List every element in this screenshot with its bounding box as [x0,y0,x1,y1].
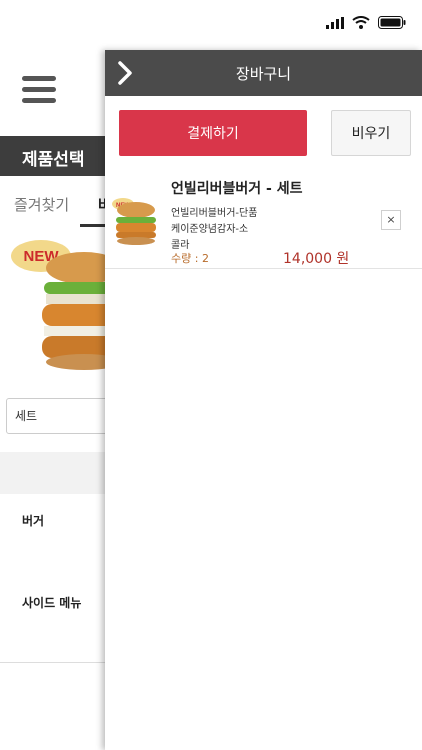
status-icons [326,16,406,29]
tab-favorites[interactable]: 즐겨찾기 [14,194,69,215]
signal-icon [326,16,344,29]
battery-icon [378,16,406,29]
item-option: 케이준양념감자-소 [171,224,249,235]
cart-header: 장바구니 [105,50,422,96]
menu-row-label: 버거 [22,514,45,528]
hamburger-menu-icon[interactable] [22,76,56,106]
select-value: 세트 [15,409,38,423]
cart-panel: 장바구니 결제하기 비우기 NEW 언빌리버블버거 - 세트 언빌리버블버거-단… [105,50,422,750]
wifi-icon [352,16,370,29]
remove-item-button[interactable]: × [381,210,401,230]
item-price: 14,000 원 [283,251,350,267]
section-title: 제품선택 [22,150,85,170]
item-name: 언빌리버블버거 - 세트 [171,181,303,197]
cart-title: 장바구니 [235,65,292,83]
cart-item: NEW 언빌리버블버거 - 세트 언빌리버블버거-단품 케이준양념감자-소 콜라… [105,168,422,269]
item-option: 언빌리버블버거-단품 [171,208,258,219]
burger-thumbnail-icon: NEW [112,198,156,245]
item-quantity: 수량 : 2 [171,252,209,265]
checkout-button[interactable]: 결제하기 [119,110,307,156]
item-option: 콜라 [171,240,190,251]
menu-row-label: 사이드 메뉴 [22,596,82,610]
status-bar [0,0,422,50]
clear-cart-button[interactable]: 비우기 [331,110,411,156]
